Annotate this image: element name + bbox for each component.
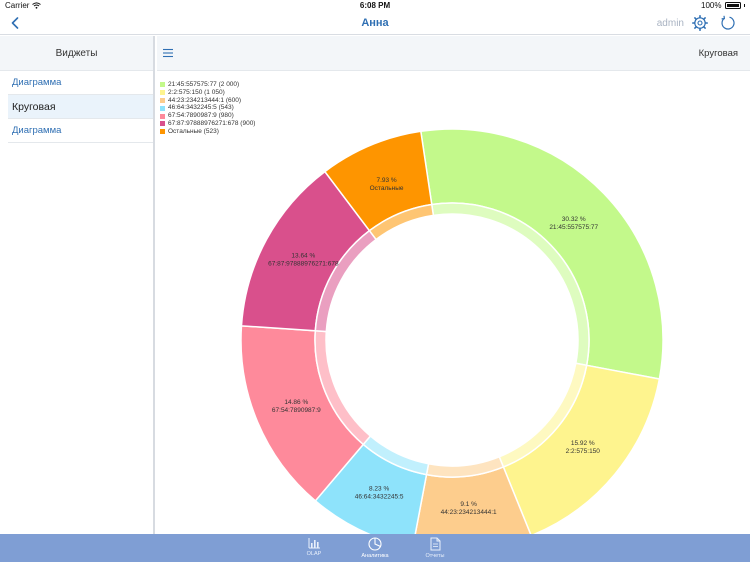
tab-analytics[interactable]: Аналитика [350, 537, 400, 561]
legend-item: 2:2:575:150 (1 050) [160, 89, 255, 97]
sidebar-header: Виджеты [0, 36, 153, 71]
legend-label: 67:87:97888976271:678 (900) [168, 119, 256, 127]
status-bar: Carrier 6:08 PM 100% [0, 0, 750, 12]
back-button[interactable] [8, 15, 22, 31]
slice-name-label: 46:64:3432245:5 [355, 493, 404, 500]
legend-swatch [160, 113, 165, 119]
legend-label: 2:2:575:150 (1 050) [168, 88, 225, 96]
slice-name-label: 21:45:557575:77 [549, 224, 598, 231]
legend-swatch [160, 105, 165, 111]
navigation-bar: Анна admin [0, 12, 750, 35]
menu-icon[interactable] [162, 48, 174, 58]
slice-percent-label: 9.1 % [460, 501, 477, 508]
slice-percent-label: 7.93 % [376, 177, 396, 184]
tab-label: Аналитика [361, 553, 389, 559]
slice-percent-label: 13.64 % [291, 253, 315, 260]
tab-reports[interactable]: Отчеты [410, 537, 460, 561]
sidebar-title: Виджеты [55, 47, 98, 59]
slice-percent-label: 14.86 % [284, 399, 308, 406]
page-title: Анна [361, 17, 389, 29]
detail-header: Круговая [157, 36, 750, 71]
slice-name-label: 44:23:234213444:1 [441, 509, 497, 516]
battery-info: 100% [701, 1, 745, 10]
user-name[interactable]: admin [657, 18, 684, 29]
refresh-icon[interactable] [720, 15, 736, 31]
legend-swatch [160, 121, 165, 127]
slice-percent-label: 8.23 % [369, 485, 389, 492]
sidebar-item-pie[interactable]: Круговая [8, 95, 153, 119]
slice-name-label: 67:54:7890987:9 [272, 407, 321, 414]
gear-icon[interactable] [692, 15, 708, 31]
sidebar-item-diagram-2[interactable]: Диаграмма [8, 119, 153, 143]
legend-swatch [160, 90, 165, 96]
detail-title: Круговая [698, 48, 738, 59]
sidebar-item-label: Диаграмма [12, 77, 62, 88]
legend-label: 67:54:7890987:9 (980) [168, 112, 234, 120]
pie-slice-group[interactable]: 30.32 %21:45:557575:77 [419, 128, 664, 380]
pie-slice-group[interactable]: 15.92 %2:2:575:150 [498, 362, 661, 534]
app-root: Carrier 6:08 PM 100% Анна admin Виджеты … [0, 0, 750, 562]
battery-nub [743, 4, 745, 7]
slice-name-label: 2:2:575:150 [566, 448, 601, 455]
legend-swatch [160, 97, 165, 103]
chart-icon [308, 538, 320, 549]
slice-name-label: 67:87:97888976271:678 [268, 261, 339, 268]
tab-label: OLAP [306, 551, 322, 557]
legend-label: 21:45:557575:77 (2 000) [168, 81, 240, 88]
tab-olap[interactable]: OLAP [289, 537, 339, 561]
legend-label: 46:64:3432245:5 (543) [168, 104, 234, 112]
widgets-sidebar: Виджеты Диаграмма Круговая Диаграмма [0, 36, 155, 534]
sidebar-item-label: Круговая [12, 100, 56, 113]
slice-name-label: Остальные [370, 185, 404, 192]
tab-bar: OLAP Аналитика Отчеты [0, 534, 750, 562]
tab-label: Отчеты [425, 553, 445, 559]
legend-item: 46:64:3432245:5 (543) [160, 104, 255, 112]
legend-item: 67:54:7890987:9 (980) [160, 112, 255, 120]
legend-item: Остальные (523) [160, 128, 255, 136]
slice-percent-label: 30.32 % [562, 216, 586, 223]
slice-percent-label: 15.92 % [571, 440, 595, 447]
legend-swatch [160, 129, 165, 135]
legend-label: Остальные (523) [168, 127, 219, 135]
legend-item: 21:45:557575:77 (2 000) [160, 81, 255, 89]
donut-chart: 30.32 %21:45:557575:7715.92 %2:2:575:150… [240, 128, 664, 534]
chevron-left-icon [11, 17, 19, 29]
chart-legend: 21:45:557575:77 (2 000) 2:2:575:150 (1 05… [160, 81, 255, 136]
legend-item: 44:23:234213444:1 (600) [160, 97, 255, 105]
legend-item: 67:87:97888976271:678 (900) [160, 120, 255, 128]
legend-label: 44:23:234213444:1 (600) [168, 96, 242, 104]
sidebar-item-diagram-1[interactable]: Диаграмма [8, 71, 153, 95]
legend-swatch [160, 82, 165, 88]
document-icon [430, 537, 440, 551]
sidebar-item-label: Диаграмма [12, 125, 62, 136]
battery-percent: 100% [701, 1, 722, 10]
clock: 6:08 PM [359, 1, 391, 10]
detail-panel: Круговая 30.32 % 21:45:557575:77 15.92 % 2:… [157, 36, 750, 534]
battery-icon [724, 2, 741, 9]
pie-icon [368, 537, 382, 551]
pie-slice[interactable] [419, 128, 664, 380]
